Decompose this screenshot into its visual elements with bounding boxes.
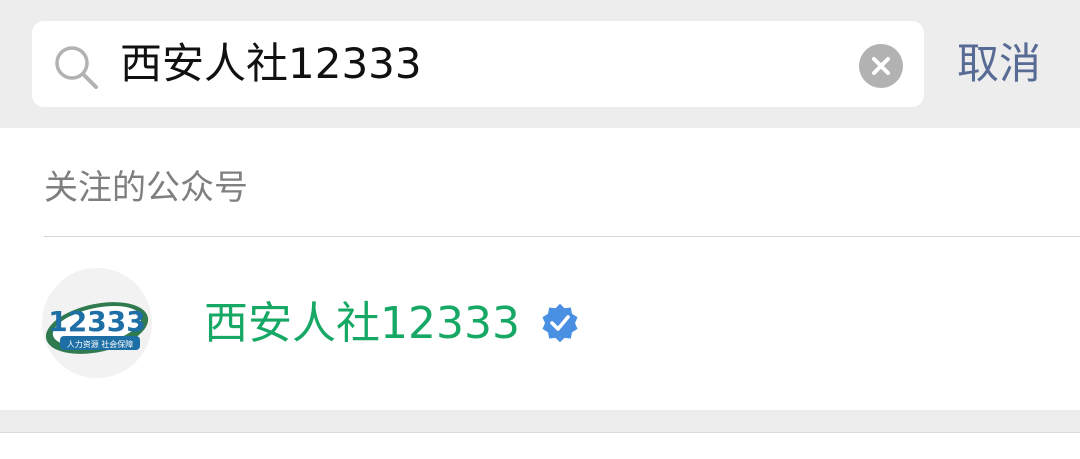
search-bar: 西安人社12333 取消 xyxy=(0,0,1080,128)
12333-logo-icon: 12333 人力资源 社会保障 xyxy=(45,302,149,354)
search-input[interactable]: 西安人社12333 xyxy=(120,21,422,107)
logo-caption: 人力资源 社会保障 xyxy=(67,339,134,349)
avatar: 12333 人力资源 社会保障 xyxy=(42,268,152,378)
cancel-button[interactable]: 取消 xyxy=(957,21,1041,107)
verified-badge-icon xyxy=(542,303,578,343)
next-section xyxy=(0,432,1080,459)
clear-search-icon[interactable] xyxy=(859,44,903,88)
search-results: 关注的公众号 12333 人力资源 社会保障 西安人社12333 xyxy=(0,128,1080,410)
section-title: 关注的公众号 xyxy=(44,168,248,208)
logo-number: 12333 xyxy=(48,305,145,338)
section-gap xyxy=(0,410,1080,432)
list-item[interactable]: 12333 人力资源 社会保障 西安人社12333 xyxy=(0,237,1080,410)
account-name[interactable]: 西安人社12333 xyxy=(204,293,520,355)
search-icon xyxy=(55,46,98,89)
